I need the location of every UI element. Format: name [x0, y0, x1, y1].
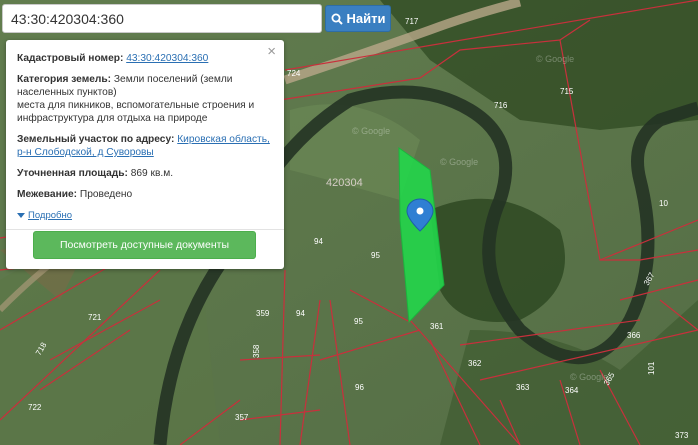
- details-toggle[interactable]: Подробно: [17, 209, 72, 222]
- parcel-label: 364: [565, 386, 579, 395]
- parcel-label: 10: [659, 199, 668, 208]
- search-button-label: Найти: [346, 11, 386, 26]
- parcel-label: 373: [675, 431, 689, 440]
- parcel-label: 359: [256, 309, 270, 318]
- caret-down-icon: [17, 213, 25, 218]
- parcel-label: 722: [28, 403, 42, 412]
- svg-text:© Google: © Google: [352, 126, 390, 136]
- survey-label: Межевание:: [17, 189, 78, 200]
- svg-text:© Google: © Google: [570, 372, 608, 382]
- search-input[interactable]: [3, 5, 321, 32]
- parcel-info-popup: × Кадастровый номер: 43:30:420304:360 Ка…: [6, 40, 284, 269]
- parcel-label: 358: [252, 344, 261, 358]
- parcel-label: 94: [296, 309, 305, 318]
- parcel-label: 716: [494, 101, 508, 110]
- parcel-label: 101: [647, 361, 656, 375]
- land-use-value: места для пикников, вспомогательные стро…: [17, 100, 255, 124]
- address-row: Земельный участок по адресу: Кировская о…: [17, 133, 273, 159]
- parcel-label: 717: [405, 17, 419, 26]
- survey-row: Межевание: Проведено: [17, 188, 273, 201]
- divider: [6, 229, 284, 230]
- cadastral-number-link[interactable]: 43:30:420304:360: [126, 53, 208, 64]
- search-icon: [331, 13, 343, 25]
- details-toggle-label: Подробно: [28, 210, 72, 221]
- survey-value: Проведено: [79, 189, 133, 200]
- area-label: Уточненная площадь:: [17, 168, 128, 179]
- search-box: [2, 4, 322, 33]
- svg-text:© Google: © Google: [440, 157, 478, 167]
- quarter-label: 420304: [326, 177, 363, 189]
- land-category-row: Категория земель: Земли поселений (земли…: [17, 73, 273, 125]
- parcel-label: 721: [88, 313, 102, 322]
- search-button[interactable]: Найти: [325, 5, 391, 32]
- parcel-label: 96: [355, 383, 364, 392]
- svg-text:© Google: © Google: [536, 54, 574, 64]
- parcel-label: 362: [468, 359, 482, 368]
- parcel-label: 363: [516, 383, 530, 392]
- close-icon[interactable]: ×: [267, 44, 276, 59]
- parcel-label: 95: [371, 251, 380, 260]
- parcel-label: 95: [354, 317, 363, 326]
- parcel-label: 94: [314, 237, 323, 246]
- cadastral-number-label: Кадастровый номер:: [17, 53, 124, 64]
- view-documents-button[interactable]: Посмотреть доступные документы: [33, 231, 256, 259]
- cadastral-number-row: Кадастровый номер: 43:30:420304:360: [17, 52, 273, 65]
- parcel-label: 357: [235, 413, 249, 422]
- area-row: Уточненная площадь: 869 кв.м.: [17, 167, 273, 180]
- land-category-label: Категория земель:: [17, 74, 112, 85]
- address-label: Земельный участок по адресу:: [17, 134, 175, 145]
- parcel-label: 715: [560, 87, 574, 96]
- area-value: 869 кв.м.: [130, 168, 174, 179]
- parcel-label: 724: [287, 69, 301, 78]
- parcel-label: 361: [430, 322, 444, 331]
- parcel-label: 366: [627, 331, 641, 340]
